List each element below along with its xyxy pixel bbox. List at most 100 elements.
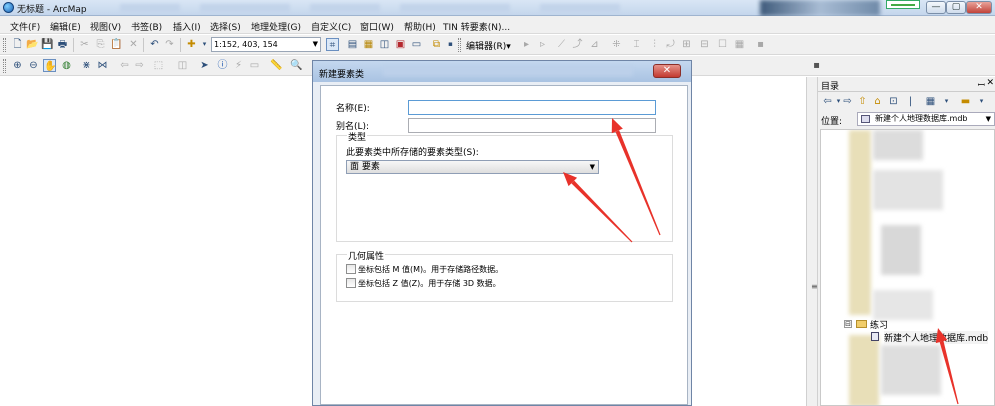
editor-menu[interactable]: 编辑器(R)▾	[466, 39, 511, 52]
redo-icon[interactable]: ↷	[163, 38, 176, 51]
tree-item-database[interactable]: 新建个人地理数据库.mdb	[884, 331, 989, 344]
add-data-icon[interactable]: ✚	[185, 38, 198, 51]
window-splitter[interactable]: ≡	[806, 77, 818, 406]
undo-icon[interactable]: ↶	[148, 38, 161, 51]
trace-icon[interactable]: ⊿	[588, 38, 601, 51]
dialog-close-button[interactable]: ✕	[653, 64, 681, 78]
forward-arrow-icon[interactable]: ⇨	[133, 59, 146, 72]
catalog-tree[interactable]: ⊟ 练习 新建个人地理数据库.mdb	[820, 129, 995, 406]
chevron-down-icon[interactable]: ▾	[975, 95, 988, 108]
name-input[interactable]	[408, 100, 656, 115]
attributes-icon[interactable]: ⊞	[680, 38, 693, 51]
database-icon	[861, 115, 870, 123]
menu-help[interactable]: 帮助(H)	[404, 20, 436, 33]
tree-item-folder[interactable]: 练习	[870, 318, 888, 331]
tree-collapse-toggle[interactable]: ⊟	[844, 320, 852, 328]
minimize-button[interactable]: —	[926, 1, 946, 14]
menu-insert[interactable]: 插入(I)	[173, 20, 201, 33]
identify-icon[interactable]: ⓘ	[216, 59, 229, 72]
find-icon[interactable]: 🔍	[290, 59, 303, 72]
point-icon[interactable]: ⁜	[610, 38, 623, 51]
save-icon[interactable]: 💾	[41, 38, 54, 51]
back-arrow-icon[interactable]: ⇦	[118, 59, 131, 72]
delete-icon[interactable]: ✕	[127, 38, 140, 51]
chevron-down-icon[interactable]: ▾	[940, 95, 953, 108]
home-folder-icon[interactable]: ⌂	[871, 95, 884, 108]
feature-type-select[interactable]: 面 要素 ▼	[346, 160, 599, 174]
print-icon[interactable]: 🖶	[56, 38, 69, 51]
chevron-down-icon[interactable]: ▾	[198, 38, 211, 51]
menu-bookmarks[interactable]: 书签(B)	[131, 20, 162, 33]
map-scale-combo[interactable]: 1:152, 403, 154 ▼	[211, 37, 321, 52]
edit-annotation-icon[interactable]: ▹	[536, 38, 549, 51]
dialog-title-bar[interactable]: 新建要素类 ✕	[313, 61, 691, 82]
catalog-window-icon[interactable]: ▦	[362, 38, 375, 51]
fixed-zoom-out-icon[interactable]: ⋈	[96, 59, 109, 72]
m-values-checkbox[interactable]	[346, 264, 356, 274]
copy-icon[interactable]: ⎘	[94, 38, 107, 51]
catalog-close-icon[interactable]: ✕	[986, 78, 994, 88]
pan-hand-icon[interactable]: ✋	[43, 59, 56, 72]
measure-icon[interactable]: 📏	[270, 59, 283, 72]
new-folder-icon[interactable]: ▬	[959, 95, 972, 108]
menu-windows[interactable]: 窗口(W)	[360, 20, 394, 33]
blurred-region	[310, 4, 380, 12]
paste-icon[interactable]: 📋	[110, 38, 123, 51]
up-one-level-icon[interactable]: ⇧	[856, 95, 869, 108]
connect-folder-icon[interactable]: ⊡	[887, 95, 900, 108]
search-window-icon[interactable]: ◫	[378, 38, 391, 51]
html-popup-icon[interactable]: ▭	[248, 59, 261, 72]
end-point-arc-icon[interactable]: ⤴	[571, 38, 584, 51]
fixed-zoom-in-icon[interactable]: ⋇	[80, 59, 93, 72]
toolbar-grip[interactable]	[3, 38, 6, 52]
alias-input[interactable]	[408, 118, 656, 133]
zoom-in-icon[interactable]: ⊕	[11, 59, 24, 72]
straight-segment-icon[interactable]: ⟋	[555, 38, 568, 51]
location-combo[interactable]: 新建个人地理数据库.mdb ▼	[857, 112, 995, 126]
toolbar-grip[interactable]	[3, 59, 6, 73]
toolbar-options-icon[interactable]: ▪	[444, 38, 457, 51]
cut-icon[interactable]: ✂	[78, 38, 91, 51]
editor-options-icon[interactable]: ▪	[754, 38, 767, 51]
close-button[interactable]: ✕	[966, 1, 992, 14]
view-list-icon[interactable]: ▦	[924, 95, 937, 108]
sketch-properties-icon[interactable]: ⊟	[698, 38, 711, 51]
blurred-region	[873, 170, 943, 210]
menu-view[interactable]: 视图(V)	[90, 20, 121, 33]
blurred-region	[881, 345, 941, 395]
menu-file[interactable]: 文件(F)	[10, 20, 40, 33]
table-icon[interactable]: ▦	[733, 38, 746, 51]
pin-icon[interactable]: ꟷ	[978, 78, 985, 91]
menu-selection[interactable]: 选择(S)	[210, 20, 241, 33]
table-of-contents-icon[interactable]: ▤	[346, 38, 359, 51]
blurred-region	[540, 4, 620, 12]
select-features-icon[interactable]: ⬚	[152, 59, 165, 72]
clear-selection-icon[interactable]: ◫	[176, 59, 189, 72]
blurred-region	[200, 4, 290, 12]
forward-arrow-icon[interactable]: ⇨	[841, 95, 854, 108]
menu-tin-to-features[interactable]: TIN 转要素(N)...	[443, 20, 510, 33]
arctoolbox-icon[interactable]: ▣	[394, 38, 407, 51]
model-builder-icon[interactable]: ⧉	[430, 38, 443, 51]
new-document-icon[interactable]: 🗋	[11, 38, 24, 51]
edit-tool-icon[interactable]: ▸	[520, 38, 533, 51]
full-extent-icon[interactable]: ◍	[60, 59, 73, 72]
menu-customize[interactable]: 自定义(C)	[311, 20, 351, 33]
toolbar-grip[interactable]	[458, 38, 461, 52]
python-window-icon[interactable]: ▭	[410, 38, 423, 51]
menu-edit[interactable]: 编辑(E)	[50, 20, 81, 33]
hyperlink-icon[interactable]: ⚡	[232, 59, 245, 72]
editor-toolbar-icon[interactable]: ⌗	[326, 38, 339, 51]
menu-geoprocessing[interactable]: 地理处理(G)	[251, 20, 301, 33]
blurred-region	[849, 335, 879, 405]
z-values-checkbox[interactable]	[346, 278, 356, 288]
open-folder-icon[interactable]: 📂	[26, 38, 39, 51]
toolbar-options-icon[interactable]: ▪	[810, 59, 823, 72]
rotate-icon[interactable]: ⤾	[664, 38, 677, 51]
select-elements-icon[interactable]: ➤	[198, 59, 211, 72]
maximize-button[interactable]: ▢	[946, 1, 966, 14]
cut-polygons-icon[interactable]: ⫶	[648, 38, 661, 51]
zoom-out-icon[interactable]: ⊖	[27, 59, 40, 72]
create-features-icon[interactable]: ☐	[716, 38, 729, 51]
split-tool-icon[interactable]: ⌶	[630, 38, 643, 51]
